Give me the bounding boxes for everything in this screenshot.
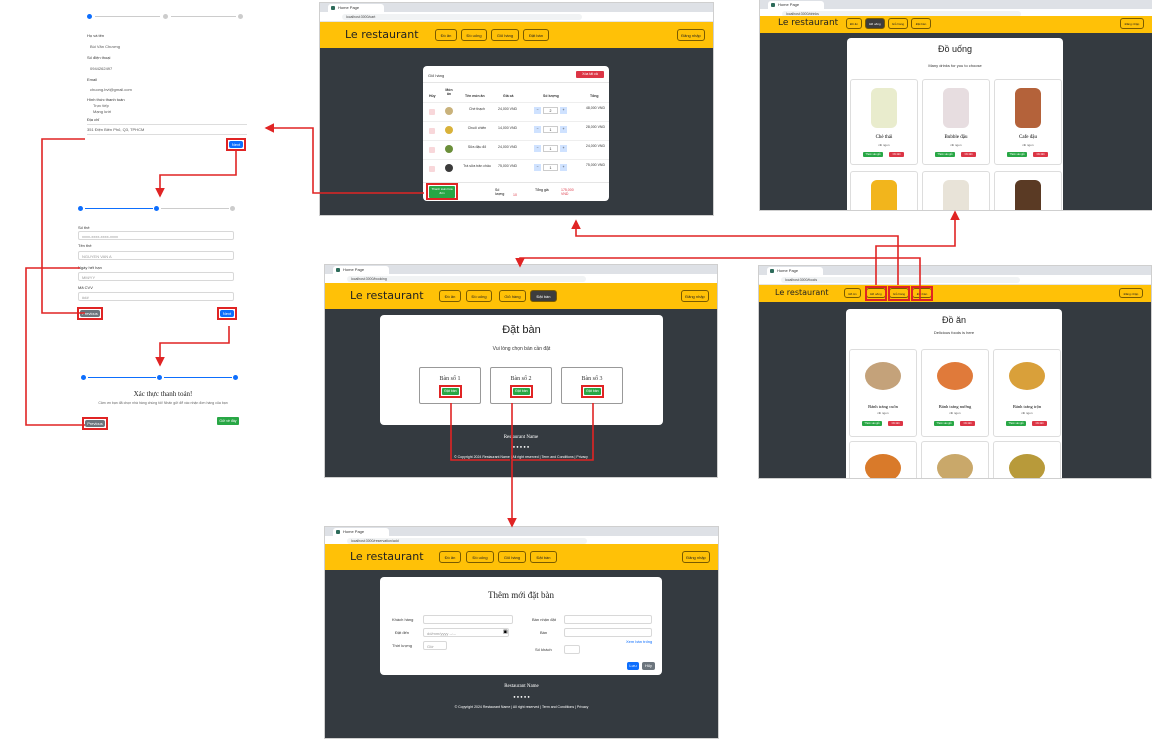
arrow-nav-to-booking: [515, 257, 921, 300]
arrow-table3-to-add: [512, 403, 594, 461]
arrow-step2-to-step3: [155, 326, 230, 367]
arrow-cart-to-step1: [264, 123, 424, 194]
arrow-step1-to-step2: [155, 151, 237, 198]
arrow-step2-to-previous: [41, 138, 85, 314]
arrow-nav-to-cart: [571, 219, 899, 285]
arrow-step3-to-previous: [25, 267, 85, 426]
arrow-nav-to-drinks: [875, 210, 960, 285]
arrow-table1-to-add: [450, 403, 510, 461]
flow-arrows: [25, 123, 960, 528]
